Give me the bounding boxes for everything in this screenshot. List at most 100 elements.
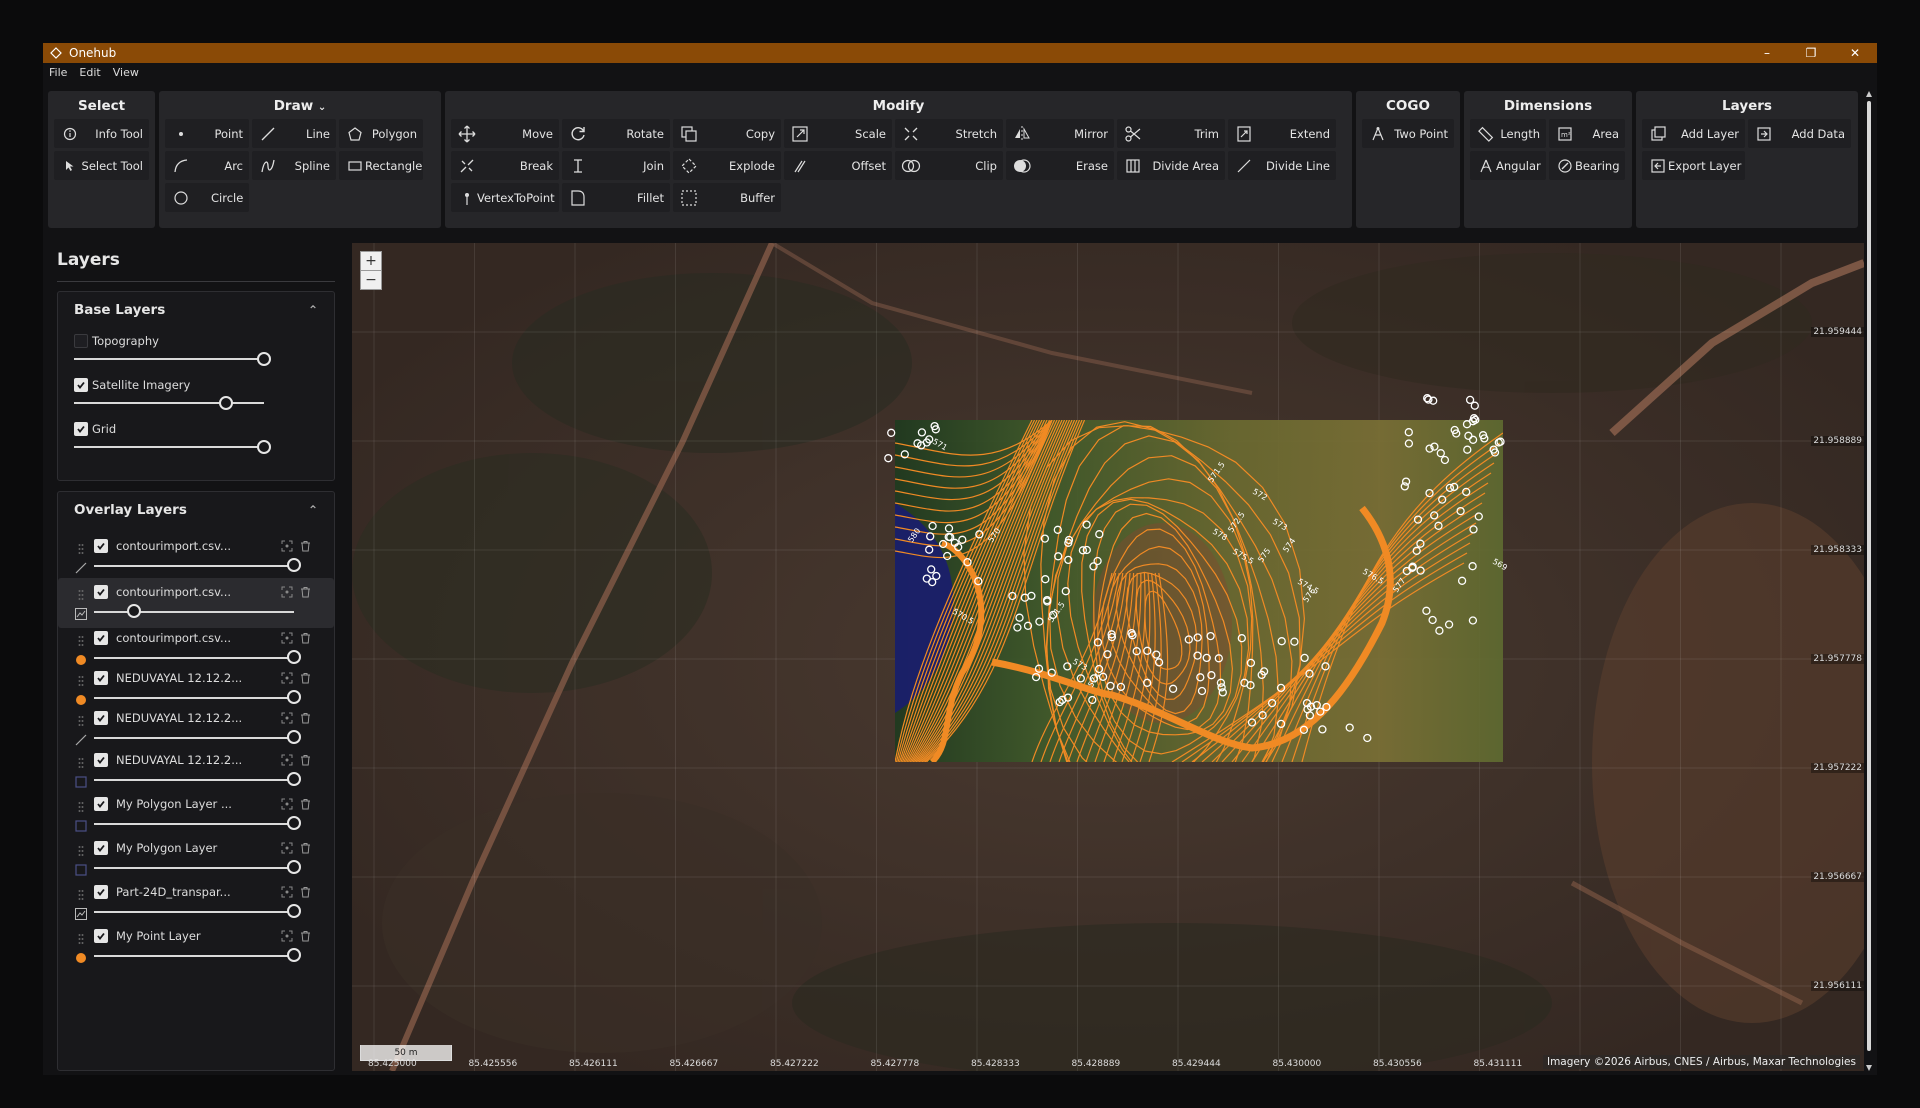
group-title[interactable]: Draw ⌄: [165, 95, 435, 117]
opacity-slider-handle[interactable]: [287, 690, 301, 704]
base-layers-header[interactable]: Base Layers ⌃: [58, 292, 334, 328]
point-button[interactable]: Point: [165, 119, 249, 148]
spline-button[interactable]: Spline: [252, 151, 336, 180]
bearing-button[interactable]: Bearing: [1549, 151, 1625, 180]
delete-layer-icon[interactable]: [298, 841, 312, 855]
layer-visibility-checkbox[interactable]: [94, 797, 108, 811]
export-layer-button[interactable]: Export Layer: [1642, 151, 1745, 180]
opacity-slider-track[interactable]: [94, 565, 294, 567]
join-button[interactable]: Join: [562, 151, 670, 180]
mirror-button[interactable]: Mirror: [1006, 119, 1114, 148]
polygon-button[interactable]: Polygon: [339, 119, 423, 148]
zoom-in-button[interactable]: +: [360, 251, 382, 271]
delete-layer-icon[interactable]: [298, 539, 312, 553]
extend-button[interactable]: Extend: [1228, 119, 1336, 148]
opacity-slider-handle[interactable]: [287, 904, 301, 918]
drag-handle-icon[interactable]: [78, 632, 84, 646]
vertex-to-point-button[interactable]: VertexToPoint: [451, 183, 559, 212]
copy-button[interactable]: Copy: [673, 119, 781, 148]
zoom-to-layer-icon[interactable]: [280, 671, 294, 685]
opacity-slider-handle[interactable]: [219, 396, 233, 410]
delete-layer-icon[interactable]: [298, 885, 312, 899]
layer-visibility-checkbox[interactable]: [74, 334, 88, 348]
overlay-layers-header[interactable]: Overlay Layers ⌃: [58, 492, 334, 528]
menu-view[interactable]: View: [113, 66, 139, 79]
overlay-layer-row[interactable]: contourimport.csv...: [58, 532, 334, 582]
add-layer-button[interactable]: Add Layer: [1642, 119, 1745, 148]
overlay-layer-row[interactable]: My Polygon Layer: [58, 834, 334, 884]
maximize-button[interactable]: ❐: [1789, 43, 1833, 63]
clip-button[interactable]: Clip: [895, 151, 1003, 180]
trim-button[interactable]: Trim: [1117, 119, 1225, 148]
close-button[interactable]: ✕: [1833, 43, 1877, 63]
rotate-button[interactable]: Rotate: [562, 119, 670, 148]
add-data-button[interactable]: Add Data: [1748, 119, 1851, 148]
opacity-slider-handle[interactable]: [257, 352, 271, 366]
chevron-up-icon[interactable]: ⌃: [308, 503, 318, 517]
zoom-out-button[interactable]: −: [360, 270, 382, 290]
layer-visibility-checkbox[interactable]: [94, 929, 108, 943]
zoom-to-layer-icon[interactable]: [280, 711, 294, 725]
drag-handle-icon[interactable]: [78, 842, 84, 856]
break-button[interactable]: Break: [451, 151, 559, 180]
opacity-slider-handle[interactable]: [287, 816, 301, 830]
zoom-to-layer-icon[interactable]: [280, 885, 294, 899]
vertical-scrollbar[interactable]: [1865, 91, 1873, 1071]
opacity-slider-track[interactable]: [94, 955, 294, 957]
opacity-slider-track[interactable]: [94, 611, 294, 613]
drag-handle-icon[interactable]: [78, 754, 84, 768]
layer-visibility-checkbox[interactable]: [94, 711, 108, 725]
fillet-button[interactable]: Fillet: [562, 183, 670, 212]
zoom-to-layer-icon[interactable]: [280, 753, 294, 767]
layer-visibility-checkbox[interactable]: [94, 631, 108, 645]
opacity-slider-track[interactable]: [74, 402, 264, 404]
opacity-slider-track[interactable]: [94, 737, 294, 739]
arc-button[interactable]: Arc: [165, 151, 249, 180]
opacity-slider-handle[interactable]: [257, 440, 271, 454]
layer-visibility-checkbox[interactable]: [74, 378, 88, 392]
overlay-layer-row[interactable]: NEDUVAYAL 12.12.2...: [58, 746, 334, 796]
opacity-slider-track[interactable]: [94, 779, 294, 781]
delete-layer-icon[interactable]: [298, 711, 312, 725]
delete-layer-icon[interactable]: [298, 585, 312, 599]
buffer-button[interactable]: Buffer: [673, 183, 781, 212]
layer-visibility-checkbox[interactable]: [94, 885, 108, 899]
drag-handle-icon[interactable]: [78, 886, 84, 900]
opacity-slider-handle[interactable]: [127, 604, 141, 618]
drag-handle-icon[interactable]: [78, 798, 84, 812]
opacity-slider-track[interactable]: [94, 911, 294, 913]
opacity-slider-handle[interactable]: [287, 772, 301, 786]
opacity-slider-track[interactable]: [94, 657, 294, 659]
divide-area-button[interactable]: Divide Area: [1117, 151, 1225, 180]
zoom-to-layer-icon[interactable]: [280, 841, 294, 855]
divide-line-button[interactable]: Divide Line: [1228, 151, 1336, 180]
stretch-button[interactable]: Stretch: [895, 119, 1003, 148]
zoom-to-layer-icon[interactable]: [280, 539, 294, 553]
menu-file[interactable]: File: [49, 66, 67, 79]
overlay-layer-row[interactable]: contourimport.csv...: [58, 578, 334, 628]
opacity-slider-track[interactable]: [94, 867, 294, 869]
move-button[interactable]: Move: [451, 119, 559, 148]
drag-handle-icon[interactable]: [78, 672, 84, 686]
delete-layer-icon[interactable]: [298, 929, 312, 943]
angular-button[interactable]: Angular: [1470, 151, 1546, 180]
opacity-slider-track[interactable]: [94, 823, 294, 825]
delete-layer-icon[interactable]: [298, 753, 312, 767]
area-button[interactable]: m² Area: [1549, 119, 1625, 148]
two-point-button[interactable]: Two Point: [1362, 119, 1454, 148]
select-tool-button[interactable]: Select Tool: [54, 151, 149, 180]
opacity-slider-handle[interactable]: [287, 860, 301, 874]
drag-handle-icon[interactable]: [78, 930, 84, 944]
opacity-slider-handle[interactable]: [287, 948, 301, 962]
layer-visibility-checkbox[interactable]: [94, 841, 108, 855]
delete-layer-icon[interactable]: [298, 797, 312, 811]
opacity-slider-handle[interactable]: [287, 650, 301, 664]
layer-visibility-checkbox[interactable]: [94, 671, 108, 685]
circle-button[interactable]: Circle: [165, 183, 249, 212]
info-tool-button[interactable]: Info Tool: [54, 119, 149, 148]
delete-layer-icon[interactable]: [298, 671, 312, 685]
menu-edit[interactable]: Edit: [79, 66, 100, 79]
minimize-button[interactable]: –: [1745, 43, 1789, 63]
zoom-to-layer-icon[interactable]: [280, 797, 294, 811]
offset-button[interactable]: Offset: [784, 151, 892, 180]
